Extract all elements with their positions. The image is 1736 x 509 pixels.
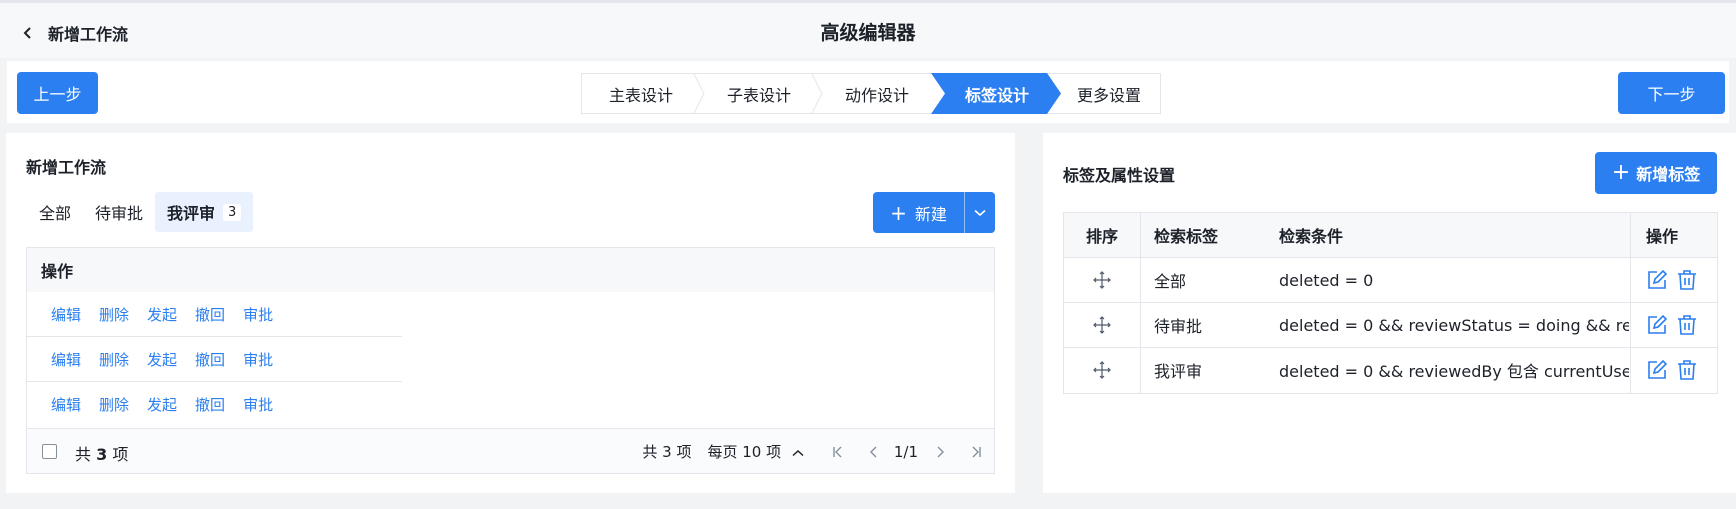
trash-icon[interactable] xyxy=(1676,269,1698,291)
drag-move-icon xyxy=(1093,316,1111,334)
start-link[interactable]: 发起 xyxy=(147,349,177,370)
approve-link[interactable]: 审批 xyxy=(243,394,273,415)
drag-handle[interactable] xyxy=(1064,303,1140,347)
table-row: 编辑 删除 发起 撤回 审批 xyxy=(27,337,402,382)
page-size-select[interactable]: 每页 10 项 xyxy=(707,441,804,462)
edit-link[interactable]: 编辑 xyxy=(51,394,81,415)
drag-move-icon xyxy=(1093,361,1111,379)
drag-move-icon xyxy=(1093,271,1111,289)
delete-link[interactable]: 删除 xyxy=(99,394,129,415)
column-divider xyxy=(1630,213,1631,393)
add-tag-button[interactable]: + 新增标签 xyxy=(1595,152,1717,194)
step-tag-active[interactable]: 标签设计 xyxy=(938,74,1056,113)
start-link[interactable]: 发起 xyxy=(147,394,177,415)
next-page-icon[interactable] xyxy=(932,444,948,460)
step-more-settings[interactable]: 更多设置 xyxy=(1056,74,1162,113)
edit-icon[interactable] xyxy=(1646,359,1668,381)
steps: 主表设计 子表设计 动作设计 标签设计 更多设置 xyxy=(581,73,1161,114)
panel-title: 标签及属性设置 xyxy=(1063,166,1176,185)
row-actions xyxy=(1646,348,1714,392)
column-divider xyxy=(1140,213,1141,393)
next-step-button[interactable]: 下一步 xyxy=(1618,72,1725,114)
edit-icon[interactable] xyxy=(1646,314,1668,336)
tag-name: 全部 xyxy=(1154,272,1187,291)
tag-table: 排序 检索标签 检索条件 操作 全部 deleted = 0 待审批 delet… xyxy=(1063,212,1718,394)
page-header: 新增工作流 高级编辑器 xyxy=(0,3,1736,58)
total-suffix: 项 xyxy=(112,445,129,464)
new-button[interactable]: + 新建 xyxy=(873,192,964,233)
page-size-label: 每页 10 项 xyxy=(707,443,782,461)
panel-title: 新增工作流 xyxy=(26,158,107,177)
delete-link[interactable]: 删除 xyxy=(99,349,129,370)
step-sub-table[interactable]: 子表设计 xyxy=(700,74,818,113)
column-header-tag: 检索标签 xyxy=(1154,227,1219,246)
column-header-actions: 操作 xyxy=(1646,227,1679,246)
prev-page-icon[interactable] xyxy=(866,444,882,460)
approve-link[interactable]: 审批 xyxy=(243,304,273,325)
tag-settings-panel: 标签及属性设置 + 新增标签 排序 检索标签 检索条件 操作 全部 delete… xyxy=(1043,133,1736,493)
first-page-icon[interactable] xyxy=(830,444,846,460)
total-count: 3 xyxy=(96,445,108,464)
add-tag-label: 新增标签 xyxy=(1636,165,1701,184)
tag-condition: deleted = 0 && reviewedBy 包含 currentUser xyxy=(1279,362,1629,381)
plus-icon: + xyxy=(890,200,907,225)
new-button-group: + 新建 xyxy=(873,192,995,233)
tag-name: 我评审 xyxy=(1154,362,1203,381)
row-actions xyxy=(1646,258,1714,302)
tag-name: 待审批 xyxy=(1154,317,1203,336)
workflow-preview-panel: 新增工作流 全部 待审批 我评审 3 + 新建 操作 编辑 删除 发起 撤回 审… xyxy=(6,133,1015,493)
table-row: 编辑 删除 发起 撤回 审批 xyxy=(27,292,402,337)
last-page-icon[interactable] xyxy=(968,444,984,460)
pager-total: 共 3 项 xyxy=(642,443,692,461)
tab-my-review[interactable]: 我评审 3 xyxy=(155,192,254,232)
table-row: 待审批 deleted = 0 && reviewStatus = doing … xyxy=(1064,303,1717,348)
drag-handle[interactable] xyxy=(1064,348,1140,392)
drag-handle[interactable] xyxy=(1064,258,1140,302)
table-header-row: 排序 检索标签 检索条件 操作 xyxy=(1064,213,1717,258)
selection-total: 共 3 项 xyxy=(75,441,128,465)
withdraw-link[interactable]: 撤回 xyxy=(195,349,225,370)
select-all-checkbox[interactable] xyxy=(42,444,57,459)
plus-icon: + xyxy=(1611,160,1631,185)
table-row: 全部 deleted = 0 xyxy=(1064,258,1717,303)
trash-icon[interactable] xyxy=(1676,314,1698,336)
column-header-order: 排序 xyxy=(1085,227,1118,246)
edit-link[interactable]: 编辑 xyxy=(51,349,81,370)
start-link[interactable]: 发起 xyxy=(147,304,177,325)
page-indicator: 1/1 xyxy=(893,442,918,461)
chevron-up-icon xyxy=(792,449,804,457)
step-main-table[interactable]: 主表设计 xyxy=(582,74,700,113)
table-row: 编辑 删除 发起 撤回 审批 xyxy=(27,382,402,427)
step-bar: 上一步 主表设计 子表设计 动作设计 标签设计 更多设置 下一步 xyxy=(7,61,1729,123)
pagination: 共 3 项 每页 10 项 1/1 xyxy=(642,441,984,462)
tab-all[interactable]: 全部 xyxy=(27,192,83,232)
tag-condition: deleted = 0 xyxy=(1279,270,1374,290)
chevron-down-icon xyxy=(974,209,986,216)
step-action[interactable]: 动作设计 xyxy=(818,74,936,113)
table-footer: 共 3 项 共 3 项 每页 10 项 1/1 xyxy=(27,428,994,473)
trash-icon[interactable] xyxy=(1676,359,1698,381)
prev-step-button[interactable]: 上一步 xyxy=(17,72,98,114)
approve-link[interactable]: 审批 xyxy=(243,349,273,370)
delete-link[interactable]: 删除 xyxy=(99,304,129,325)
edit-icon[interactable] xyxy=(1646,269,1668,291)
page-title: 高级编辑器 xyxy=(820,22,916,44)
preview-table: 操作 编辑 删除 发起 撤回 审批 编辑 删除 发起 撤回 审批 编辑 删除 发… xyxy=(26,247,995,474)
row-actions xyxy=(1646,303,1714,347)
new-button-label: 新建 xyxy=(914,204,947,224)
tab-label: 我评审 xyxy=(167,204,216,223)
edit-link[interactable]: 编辑 xyxy=(51,304,81,325)
table-row: 我评审 deleted = 0 && reviewedBy 包含 current… xyxy=(1064,348,1717,393)
column-header-condition: 检索条件 xyxy=(1279,227,1344,246)
column-header-actions: 操作 xyxy=(27,248,994,292)
count-badge: 3 xyxy=(223,203,242,221)
withdraw-link[interactable]: 撤回 xyxy=(195,394,225,415)
preview-tabs: 全部 待审批 我评审 3 xyxy=(27,192,254,232)
withdraw-link[interactable]: 撤回 xyxy=(195,304,225,325)
total-prefix: 共 xyxy=(75,445,92,464)
tab-pending[interactable]: 待审批 xyxy=(83,192,155,232)
new-dropdown-button[interactable] xyxy=(965,192,995,233)
tag-condition: deleted = 0 && reviewStatus = doing && r… xyxy=(1279,315,1629,335)
